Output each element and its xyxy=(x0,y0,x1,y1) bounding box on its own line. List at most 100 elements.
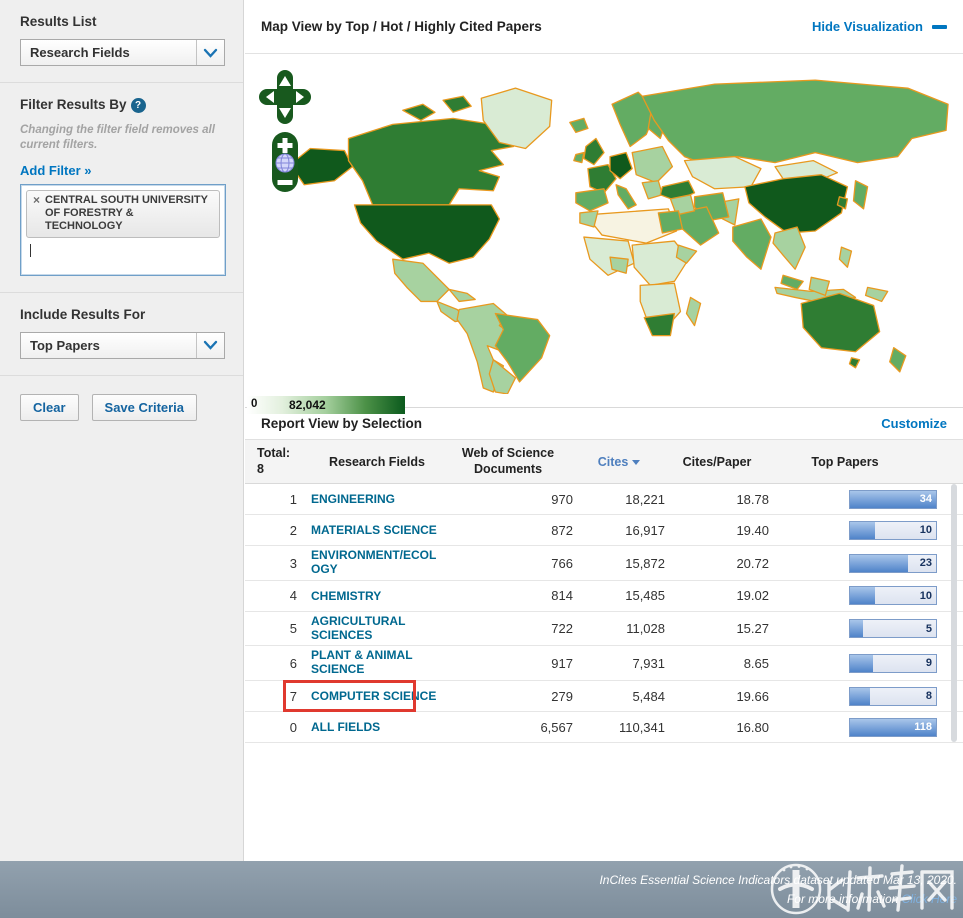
row-cites-per-paper: 19.40 xyxy=(736,522,769,538)
sidebar: Results List Research Fields Filter Resu… xyxy=(0,0,244,861)
world-map xyxy=(289,79,949,394)
clear-button[interactable]: Clear xyxy=(20,393,79,421)
row-cites-per-paper: 18.78 xyxy=(736,491,769,507)
field-link[interactable]: ALL FIELDS xyxy=(311,720,380,735)
column-header-cites[interactable]: Cites xyxy=(573,455,665,469)
top-papers-value: 8 xyxy=(925,690,932,703)
top-papers-value: 10 xyxy=(919,524,932,537)
top-papers-bar: 9 xyxy=(849,653,937,673)
zoom-control xyxy=(272,132,298,192)
map-controls xyxy=(259,68,311,201)
table-row: 2 MATERIALS SCIENCE 872 16,917 19.40 10 xyxy=(245,515,963,547)
table-scrollbar[interactable] xyxy=(951,484,957,743)
question-mark-icon[interactable]: ? xyxy=(130,97,146,113)
row-rank: 4 xyxy=(289,588,297,604)
field-link[interactable]: CHEMISTRY xyxy=(311,589,381,604)
map-header: Map View by Top / Hot / Highly Cited Pap… xyxy=(245,0,963,54)
pan-control xyxy=(259,70,311,124)
field-link[interactable]: PLANT & ANIMAL SCIENCE xyxy=(311,649,441,677)
table-row: 0 ALL FIELDS 6,567 110,341 16.80 118 xyxy=(245,712,963,744)
top-papers-bar: 5 xyxy=(849,619,937,639)
row-cites: 110,341 xyxy=(618,719,665,735)
top-papers-value: 118 xyxy=(914,721,932,734)
chevron-down-icon[interactable] xyxy=(196,40,224,65)
table-body: 1 ENGINEERING 970 18,221 18.78 34 2 MATERIALS S… xyxy=(245,484,963,744)
filter-box[interactable]: × CENTRAL SOUTH UNIVERSITY OF FORESTRY &… xyxy=(20,183,226,276)
field-link[interactable]: AGRICULTURAL SCIENCES xyxy=(311,614,441,643)
map-area: 0 82,042 xyxy=(245,54,963,414)
row-cites: 18,221 xyxy=(625,491,665,507)
text-cursor xyxy=(30,243,31,257)
click-here-link[interactable]: Click Here xyxy=(902,892,957,906)
column-header-top-papers: Top Papers xyxy=(811,454,879,469)
filter-tag[interactable]: × CENTRAL SOUTH UNIVERSITY OF FORESTRY &… xyxy=(26,189,220,238)
remove-filter-icon[interactable]: × xyxy=(33,193,40,207)
top-papers-value: 23 xyxy=(919,557,932,570)
table-row: 6 PLANT & ANIMAL SCIENCE 917 7,931 8.65 9 xyxy=(245,646,963,682)
row-cites-per-paper: 19.02 xyxy=(736,588,769,604)
results-list-dropdown[interactable]: Research Fields xyxy=(20,39,225,66)
row-rank: 3 xyxy=(289,555,297,571)
filter-tag-label: CENTRAL SOUTH UNIVERSITY OF FORESTRY & T… xyxy=(45,193,208,232)
top-papers-bar: 23 xyxy=(849,553,937,573)
field-link[interactable]: MATERIALS SCIENCE xyxy=(311,524,437,538)
results-list-heading: Results List xyxy=(20,14,97,29)
row-cites-per-paper: 16.80 xyxy=(736,719,769,735)
row-cites: 7,931 xyxy=(632,655,665,671)
chevron-down-icon[interactable] xyxy=(196,332,224,358)
include-results-heading: Include Results For xyxy=(20,306,146,322)
field-link[interactable]: ENGINEERING xyxy=(311,493,395,507)
row-docs: 872 xyxy=(551,522,573,538)
row-field-cell: PLANT & ANIMAL SCIENCE xyxy=(311,649,443,677)
row-field-cell: MATERIALS SCIENCE xyxy=(311,522,443,538)
field-link[interactable]: COMPUTER SCIENCE xyxy=(311,689,436,704)
include-results-dropdown-value: Top Papers xyxy=(30,337,100,353)
results-table: Total: 8 Research Fields Web of Science … xyxy=(245,439,963,744)
include-results-section: Include Results For Top Papers xyxy=(0,293,243,376)
row-cites: 5,484 xyxy=(632,688,665,704)
row-field-cell: COMPUTER SCIENCE xyxy=(311,688,443,704)
legend-min: 0 xyxy=(251,398,258,410)
add-filter-link[interactable]: Add Filter » xyxy=(20,163,92,178)
criteria-buttons: Clear Save Criteria xyxy=(0,376,243,437)
row-docs: 766 xyxy=(551,555,573,571)
hide-visualization-link[interactable]: Hide Visualization xyxy=(812,19,947,34)
dataset-updated-note: InCites Essential Science Indicators dat… xyxy=(599,873,957,887)
table-row: 5 AGRICULTURAL SCIENCES 722 11,028 15.27 5 xyxy=(245,612,963,647)
report-title: Report View by Selection xyxy=(261,416,423,431)
table-row: 4 CHEMISTRY 814 15,485 19.02 10 xyxy=(245,581,963,612)
row-top-papers-cell: 118 xyxy=(769,717,951,737)
row-cites-per-paper: 19.66 xyxy=(736,688,769,704)
more-info-note: For more information xyxy=(786,891,899,906)
map-title: Map View by Top / Hot / Highly Cited Pap… xyxy=(261,19,542,34)
row-field-cell: ENGINEERING xyxy=(311,491,443,507)
table-row: 3 ENVIRONMENT/ECOLOGY 766 15,872 20.72 23 xyxy=(245,546,963,581)
row-top-papers-cell: 34 xyxy=(769,489,951,509)
row-top-papers-cell: 10 xyxy=(769,520,951,540)
results-list-section: Results List Research Fields xyxy=(0,0,243,83)
save-criteria-button[interactable]: Save Criteria xyxy=(91,393,198,421)
row-top-papers-cell: 8 xyxy=(769,686,951,706)
row-cites: 15,872 xyxy=(625,555,665,571)
row-top-papers-cell: 10 xyxy=(769,586,951,606)
row-docs: 722 xyxy=(551,621,573,637)
row-cites: 16,917 xyxy=(625,522,665,538)
results-list-dropdown-value: Research Fields xyxy=(30,45,130,60)
collapse-minus-icon xyxy=(932,24,947,29)
row-cites-per-paper: 8.65 xyxy=(743,655,769,671)
top-papers-value: 5 xyxy=(925,622,932,635)
row-field-cell: ENVIRONMENT/ECOLOGY xyxy=(311,548,443,577)
field-link[interactable]: ENVIRONMENT/ECOLOGY xyxy=(311,548,441,577)
row-rank: 1 xyxy=(289,491,297,507)
column-header-research-fields: Research Fields xyxy=(329,454,425,469)
row-cites-per-paper: 15.27 xyxy=(736,621,769,637)
row-rank: 7 xyxy=(289,688,297,704)
include-results-dropdown[interactable]: Top Papers xyxy=(20,331,225,359)
map-legend: 0 82,042 xyxy=(247,396,405,414)
row-cites-per-paper: 20.72 xyxy=(736,555,769,571)
row-rank: 6 xyxy=(289,655,297,671)
top-papers-value: 9 xyxy=(925,657,932,670)
top-papers-bar: 10 xyxy=(849,586,937,606)
top-papers-bar: 8 xyxy=(849,686,937,706)
customize-link[interactable]: Customize xyxy=(881,416,947,431)
